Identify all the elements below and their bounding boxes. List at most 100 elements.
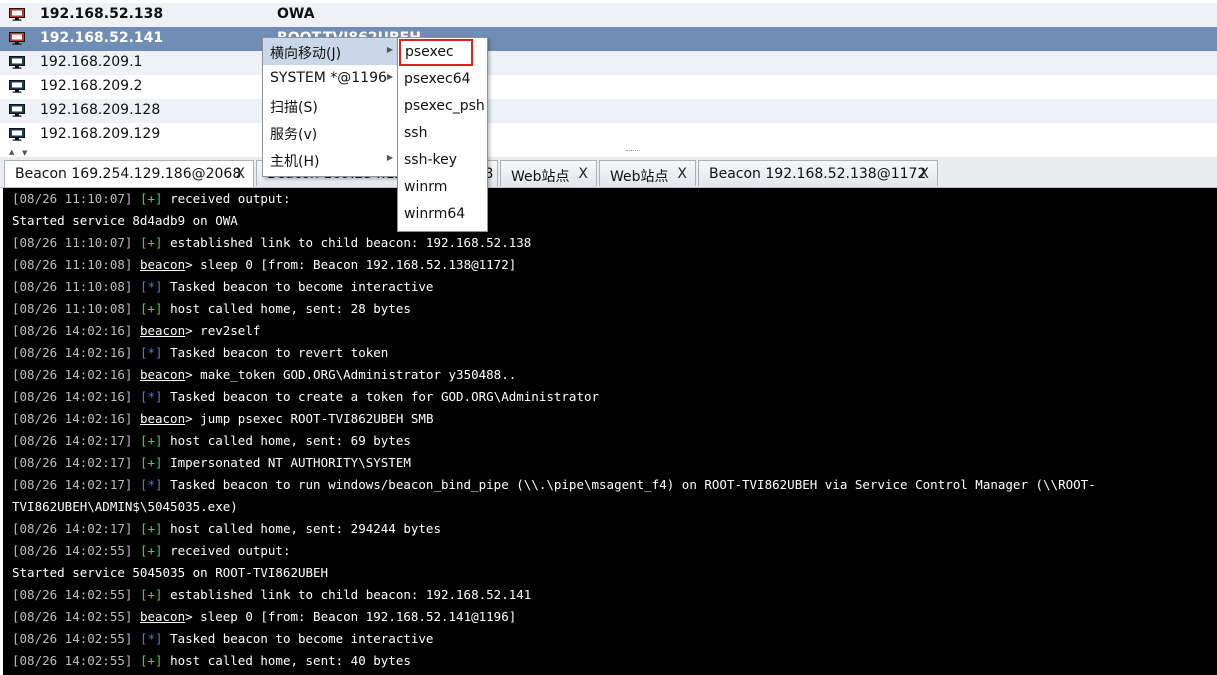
console-line: TVI862UBEH\ADMIN$\5045035.exe) bbox=[12, 496, 1217, 518]
status-info-tag: [*] bbox=[139, 631, 163, 646]
console-text: Started service 8d4adb9 on OWA bbox=[12, 213, 238, 228]
console-text: make_token GOD.ORG\Administrator y350488… bbox=[200, 367, 517, 382]
monitor-icon bbox=[9, 56, 25, 69]
status-ok-tag: [+] bbox=[139, 235, 163, 250]
console-line: [08/26 11:10:07] [+] established link to… bbox=[12, 232, 1217, 254]
console-timestamp: [08/26 14:02:17] bbox=[12, 521, 133, 536]
submenu-item-label: psexec bbox=[405, 44, 454, 60]
host-row[interactable]: 192.168.52.141ROOT-TVI862UBEH bbox=[0, 27, 1217, 51]
console-line: [08/26 14:02:16] beacon> rev2self bbox=[12, 320, 1217, 342]
console-timestamp: [08/26 14:02:55] bbox=[12, 543, 133, 558]
console-line: [08/26 14:02:16] beacon> make_token GOD.… bbox=[12, 364, 1217, 386]
status-info-tag: [*] bbox=[139, 345, 163, 360]
console-timestamp: [08/26 11:10:07] bbox=[12, 235, 133, 250]
beacon-console[interactable]: [08/26 11:10:07] [+] received output: Sta… bbox=[3, 188, 1217, 675]
submenu-arrow-icon: ▶ bbox=[386, 45, 393, 54]
collapse-down-icon[interactable]: ▼ bbox=[22, 149, 27, 157]
console-text: host called home, sent: 28 bytes bbox=[170, 301, 411, 316]
submenu-item-label: winrm bbox=[404, 179, 448, 195]
console-timestamp: [08/26 11:10:08] bbox=[12, 279, 133, 294]
console-text: host called home, sent: 40 bytes bbox=[170, 653, 411, 668]
console-line: [08/26 14:02:16] [*] Tasked beacon to cr… bbox=[12, 386, 1217, 408]
prompt-arrow-icon: > bbox=[185, 257, 201, 272]
console-text: Tasked beacon to revert token bbox=[170, 345, 389, 360]
menu-item-label: 横向移动(J) bbox=[270, 46, 342, 62]
submenu-item-ssh[interactable]: ssh bbox=[398, 120, 487, 147]
console-line: [08/26 11:10:08] [*] Tasked beacon to be… bbox=[12, 276, 1217, 298]
tab-label: Web站点 bbox=[511, 169, 570, 185]
status-info-tag: [*] bbox=[139, 279, 163, 294]
tab-web-site-b[interactable]: Web站点 X bbox=[599, 160, 696, 186]
tab-bar: Beacon 169.254.129.186@2068 X Beacon 169… bbox=[0, 157, 1217, 188]
console-line: [08/26 14:02:17] [+] host called home, s… bbox=[12, 518, 1217, 540]
prompt-arrow-icon: > bbox=[185, 411, 201, 426]
console-text: Tasked beacon to become interactive bbox=[170, 279, 434, 294]
tab-close-button[interactable]: X bbox=[919, 166, 929, 182]
submenu-item-label: winrm64 bbox=[404, 206, 466, 222]
host-ip: 192.168.52.141 bbox=[40, 30, 164, 46]
console-line: [08/26 14:02:17] [*] Tasked beacon to ru… bbox=[12, 474, 1217, 496]
console-text: sleep 0 [from: Beacon 192.168.52.141@119… bbox=[200, 609, 517, 624]
console-timestamp: [08/26 14:02:17] bbox=[12, 455, 133, 470]
tab-close-button[interactable]: X bbox=[677, 166, 687, 182]
submenu-item-psexec64[interactable]: psexec64 bbox=[398, 66, 487, 93]
host-row[interactable]: 192.168.209.128 bbox=[0, 99, 1217, 123]
submenu-item-label: psexec64 bbox=[404, 71, 471, 87]
menu-item-label: 服务(v) bbox=[270, 127, 318, 143]
submenu-item-psexec-psh[interactable]: psexec_psh bbox=[398, 93, 487, 120]
tab-close-button[interactable]: X bbox=[235, 166, 245, 182]
console-timestamp: [08/26 14:02:17] bbox=[12, 477, 133, 492]
host-row[interactable]: 192.168.209.129 bbox=[0, 123, 1217, 147]
status-ok-tag: [+] bbox=[139, 587, 163, 602]
menu-item-system-session[interactable]: SYSTEM *@1196 ▶ bbox=[263, 65, 399, 92]
status-ok-tag: [+] bbox=[139, 191, 163, 206]
pane-splitter[interactable]: ▲ ▼ bbox=[0, 147, 1217, 157]
status-ok-tag: [+] bbox=[139, 301, 163, 316]
console-timestamp: [08/26 14:02:17] bbox=[12, 433, 133, 448]
status-ok-tag: [+] bbox=[139, 455, 163, 470]
console-line: Started service 8d4adb9 on OWA bbox=[12, 210, 1217, 232]
red-monitor-icon bbox=[9, 8, 25, 21]
console-line: Started service 5045035 on ROOT-TVI862UB… bbox=[12, 562, 1217, 584]
prompt-arrow-icon: > bbox=[185, 367, 201, 382]
submenu-item-ssh-key[interactable]: ssh-key bbox=[398, 147, 487, 174]
monitor-icon bbox=[9, 80, 25, 93]
red-monitor-icon bbox=[9, 32, 25, 45]
tab-beacon-192-168-52-138[interactable]: Beacon 192.168.52.138@1172 X bbox=[698, 160, 938, 186]
console-text: Tasked beacon to run windows/beacon_bind… bbox=[170, 477, 1096, 492]
submenu-item-winrm64[interactable]: winrm64 bbox=[398, 201, 487, 228]
menu-item-lateral-movement[interactable]: 横向移动(J) ▶ bbox=[263, 38, 399, 65]
collapse-up-icon[interactable]: ▲ bbox=[9, 148, 14, 156]
console-timestamp: [08/26 14:02:16] bbox=[12, 411, 133, 426]
console-line: [08/26 14:02:17] [+] host called home, s… bbox=[12, 430, 1217, 452]
host-ip: 192.168.209.1 bbox=[40, 54, 143, 70]
host-row[interactable]: 192.168.209.1 bbox=[0, 51, 1217, 75]
tab-web-site-a[interactable]: Web站点 X bbox=[500, 160, 597, 186]
menu-item-label: 主机(H) bbox=[270, 154, 320, 170]
menu-item-label: 扫描(S) bbox=[270, 100, 318, 116]
console-text: Tasked beacon to become interactive bbox=[170, 631, 434, 646]
console-line: [08/26 11:10:07] [+] received output: bbox=[12, 188, 1217, 210]
menu-item-scan[interactable]: 扫描(S) bbox=[263, 92, 399, 119]
tab-close-button[interactable]: X bbox=[578, 166, 588, 182]
host-row[interactable]: 192.168.209.2 bbox=[0, 75, 1217, 99]
console-line: [08/26 14:02:16] beacon> jump psexec ROO… bbox=[12, 408, 1217, 430]
tab-beacon-169-254-129-186-a[interactable]: Beacon 169.254.129.186@2068 X bbox=[4, 160, 254, 187]
console-timestamp: [08/26 11:10:07] bbox=[12, 191, 133, 206]
submenu-item-psexec[interactable]: psexec bbox=[399, 39, 473, 66]
status-info-tag: [*] bbox=[139, 389, 163, 404]
splitter-grip-icon[interactable] bbox=[626, 150, 640, 153]
host-ip: 192.168.52.138 bbox=[40, 6, 164, 22]
status-ok-tag: [+] bbox=[139, 543, 163, 558]
console-timestamp: [08/26 11:10:08] bbox=[12, 301, 133, 316]
menu-item-host[interactable]: 主机(H) ▶ bbox=[263, 146, 399, 173]
console-line: [08/26 14:02:55] beacon> sleep 0 [from: … bbox=[12, 606, 1217, 628]
host-row[interactable]: 192.168.52.138 OWA bbox=[0, 3, 1217, 27]
console-line: [08/26 14:02:17] [+] Impersonated NT AUT… bbox=[12, 452, 1217, 474]
host-computer-name: OWA bbox=[277, 6, 315, 22]
console-text: Tasked beacon to create a token for GOD.… bbox=[170, 389, 600, 404]
menu-item-services[interactable]: 服务(v) bbox=[263, 119, 399, 146]
submenu-item-label: ssh-key bbox=[404, 152, 458, 168]
console-text: rev2self bbox=[200, 323, 261, 338]
submenu-item-winrm[interactable]: winrm bbox=[398, 174, 487, 201]
